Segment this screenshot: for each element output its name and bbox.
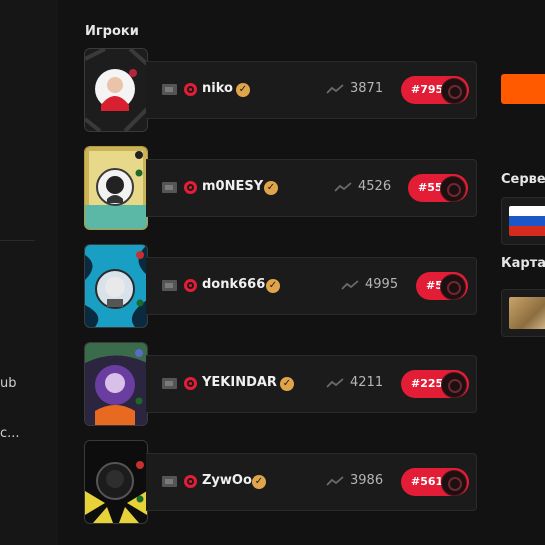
server-label: Сервер xyxy=(501,172,545,187)
rank-emblem-icon xyxy=(440,176,466,202)
rank-value: #561 xyxy=(411,475,444,488)
verified-icon: ✓ xyxy=(236,83,250,97)
verified-icon: ✓ xyxy=(280,377,294,391)
flag-icon xyxy=(162,84,177,95)
sidebar-divider xyxy=(0,240,35,241)
rank-emblem-icon xyxy=(441,78,467,104)
player-avatar[interactable] xyxy=(84,146,148,230)
players-section-title: Игроки xyxy=(85,24,139,39)
rank-emblem-icon xyxy=(441,470,467,496)
map-label: Карта xyxy=(501,256,545,271)
action-button[interactable] xyxy=(501,74,545,104)
faceit-level-icon xyxy=(184,181,197,194)
verified-icon: ✓ xyxy=(266,279,280,293)
elo-trend-icon xyxy=(334,182,352,192)
player-info-card: YEKINDAR ✓ 4211 #225 xyxy=(146,355,477,413)
map-thumbnail xyxy=(509,297,545,329)
russia-flag-icon xyxy=(509,206,545,236)
player-info-card: niko ✓ 3871 #795 xyxy=(146,61,477,119)
player-avatar[interactable] xyxy=(84,342,148,426)
faceit-level-icon xyxy=(184,475,197,488)
player-nickname[interactable]: YEKINDAR xyxy=(202,375,277,390)
player-nickname[interactable]: ZywOo xyxy=(202,473,252,488)
rank-badge: #225 xyxy=(401,370,469,398)
flag-icon xyxy=(162,378,177,389)
server-selector[interactable] xyxy=(501,197,545,245)
map-selector[interactable] xyxy=(501,289,545,337)
rank-badge: #561 xyxy=(401,468,469,496)
rank-badge: #55 xyxy=(408,174,468,202)
rank-badge: #5 xyxy=(416,272,468,300)
faceit-level-icon xyxy=(184,279,197,292)
rank-value: #55 xyxy=(418,181,443,194)
player-nickname[interactable]: donk666 xyxy=(202,277,265,292)
elo-trend-icon xyxy=(341,280,359,290)
player-row[interactable]: m0NESY ✓ 4526 #55 xyxy=(84,146,478,230)
elo-value: 3871 xyxy=(350,81,384,96)
elo-value: 4526 xyxy=(358,179,392,194)
player-avatar[interactable] xyxy=(84,244,148,328)
rank-badge: #795 xyxy=(401,76,469,104)
rank-value: #225 xyxy=(411,377,444,390)
faceit-level-icon xyxy=(184,377,197,390)
elo-value: 4211 xyxy=(350,375,384,390)
player-info-card: m0NESY ✓ 4526 #55 xyxy=(146,159,477,217)
elo-trend-icon xyxy=(326,378,344,388)
rank-value: #795 xyxy=(411,83,444,96)
player-info-card: donk666 ✓ 4995 #5 xyxy=(146,257,477,315)
player-nickname[interactable]: m0NESY xyxy=(202,179,263,194)
sidebar-item-label[interactable]: c... xyxy=(0,426,20,441)
player-row[interactable]: donk666 ✓ 4995 #5 xyxy=(84,244,478,328)
player-row[interactable]: YEKINDAR ✓ 4211 #225 xyxy=(84,342,478,426)
elo-value: 3986 xyxy=(350,473,384,488)
player-row[interactable]: niko ✓ 3871 #795 xyxy=(84,48,478,132)
verified-icon: ✓ xyxy=(264,181,278,195)
elo-trend-icon xyxy=(326,84,344,94)
rank-emblem-icon xyxy=(441,372,467,398)
left-sidebar: ub c... xyxy=(0,0,58,545)
elo-value: 4995 xyxy=(365,277,399,292)
sidebar-item-label[interactable]: ub xyxy=(0,376,17,391)
flag-icon xyxy=(162,280,177,291)
rank-emblem-icon xyxy=(440,274,466,300)
player-row[interactable]: ZywOo ✓ 3986 #561 xyxy=(84,440,478,524)
verified-icon: ✓ xyxy=(252,475,266,489)
player-avatar[interactable] xyxy=(84,48,148,132)
player-avatar[interactable] xyxy=(84,440,148,524)
player-info-card: ZywOo ✓ 3986 #561 xyxy=(146,453,477,511)
player-nickname[interactable]: niko xyxy=(202,81,233,96)
faceit-level-icon xyxy=(184,83,197,96)
flag-icon xyxy=(162,476,177,487)
flag-icon xyxy=(162,182,177,193)
elo-trend-icon xyxy=(326,476,344,486)
